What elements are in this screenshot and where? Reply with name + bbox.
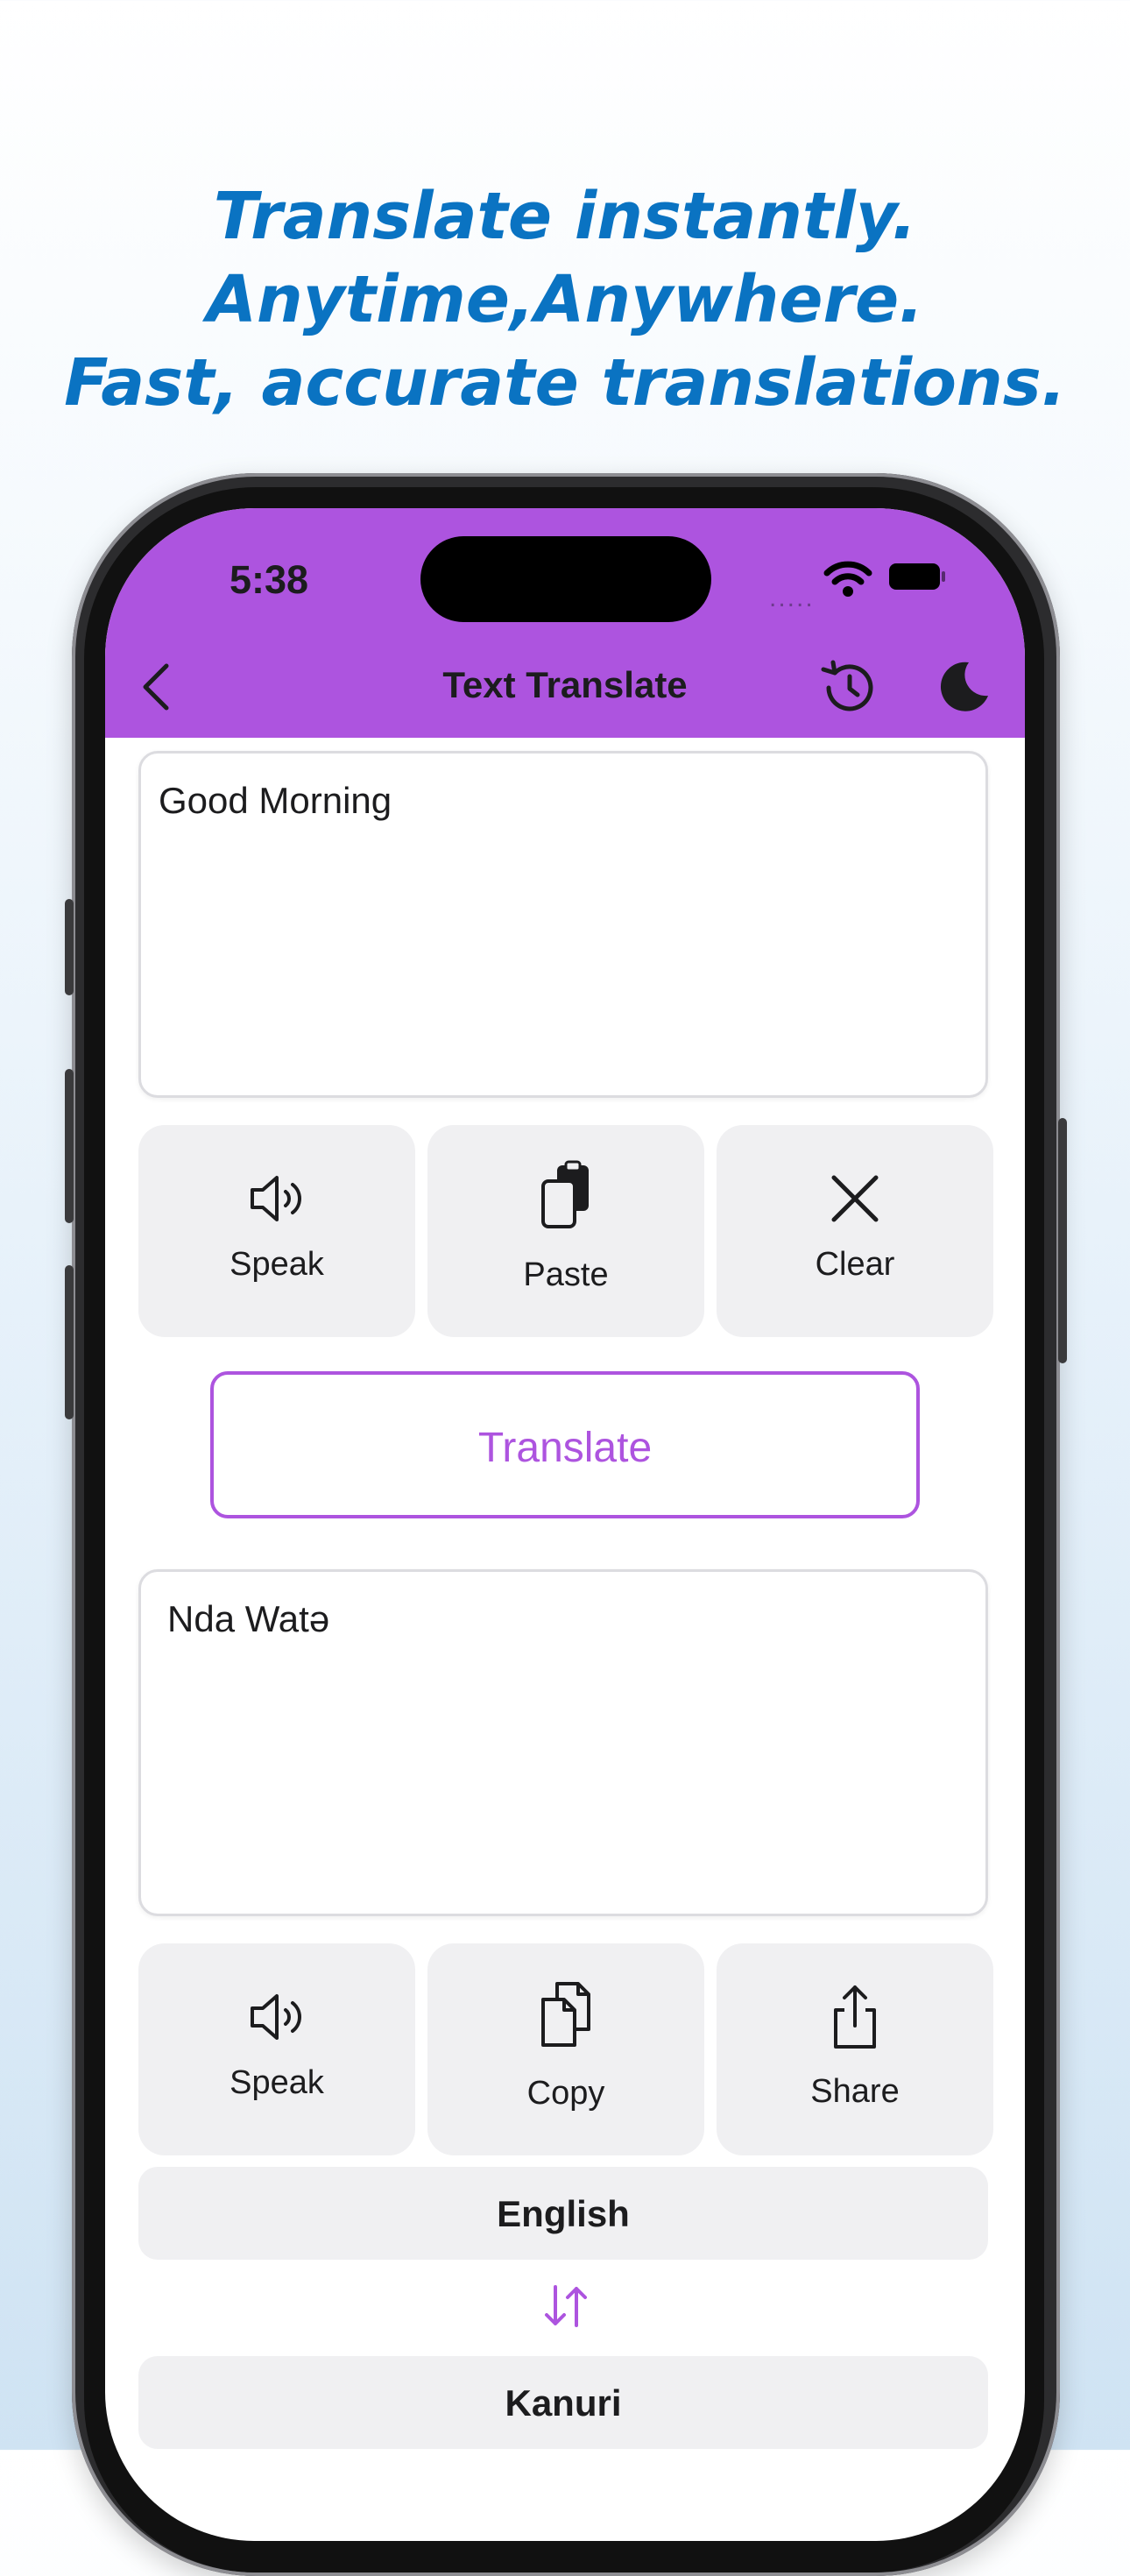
copy-icon (541, 1982, 590, 2047)
share-icon (834, 1985, 876, 2049)
paste-label: Paste (523, 1256, 609, 1293)
phone-volume-down (65, 1265, 74, 1419)
source-language: English (497, 2193, 630, 2234)
headline-line-2: Anytime,Anywhere. (206, 262, 924, 337)
speak-output-label: Speak (230, 2064, 324, 2101)
headline-line-1: Translate instantly. (213, 179, 917, 254)
battery-icon (889, 563, 945, 590)
translate-label: Translate (477, 1425, 653, 1471)
speak-input-button[interactable]: Speak (138, 1125, 415, 1337)
history-icon[interactable] (816, 657, 878, 718)
target-language-selector[interactable]: Kanuri (138, 2356, 988, 2449)
swap-icon[interactable] (540, 2280, 592, 2332)
copy-label: Copy (526, 2075, 605, 2112)
top-bar: 5:38 ..... Text Translate (105, 508, 1025, 738)
share-label: Share (810, 2073, 900, 2110)
clear-button[interactable]: Clear (717, 1125, 993, 1337)
paste-icon (541, 1160, 589, 1228)
wifi-icon (823, 561, 872, 597)
phone-power-button (1058, 1118, 1067, 1363)
source-language-selector[interactable]: English (138, 2167, 988, 2260)
cellular-signal: ..... (769, 584, 815, 612)
output-text: Nda Watə (167, 1598, 330, 1639)
moon-icon[interactable] (934, 657, 992, 715)
phone-screen: 5:38 ..... Text Translate Good Morning S… (105, 508, 1025, 2541)
headline-line-3: Fast, accurate translations. (64, 345, 1066, 421)
phone-silent-switch (65, 899, 74, 995)
speak-label: Speak (230, 1246, 324, 1283)
promo-headline: Translate instantly. Anytime,Anywhere. F… (0, 175, 1130, 425)
translate-button[interactable]: Translate (210, 1371, 920, 1518)
speaker-icon (251, 1994, 301, 2040)
speaker-icon (251, 1176, 301, 1221)
page-title: Text Translate (442, 664, 688, 705)
close-icon (831, 1175, 879, 1222)
status-time: 5:38 (230, 557, 309, 602)
clear-label: Clear (815, 1246, 895, 1283)
paste-button[interactable]: Paste (427, 1125, 704, 1337)
phone-volume-up (65, 1069, 74, 1223)
target-language: Kanuri (505, 2382, 622, 2424)
copy-button[interactable]: Copy (427, 1943, 704, 2155)
dynamic-island (420, 536, 711, 622)
output-text-area[interactable]: Nda Watə (138, 1569, 988, 1916)
input-text: Good Morning (159, 780, 392, 821)
share-button[interactable]: Share (717, 1943, 993, 2155)
input-text-area[interactable]: Good Morning (138, 751, 988, 1098)
speak-output-button[interactable]: Speak (138, 1943, 415, 2155)
